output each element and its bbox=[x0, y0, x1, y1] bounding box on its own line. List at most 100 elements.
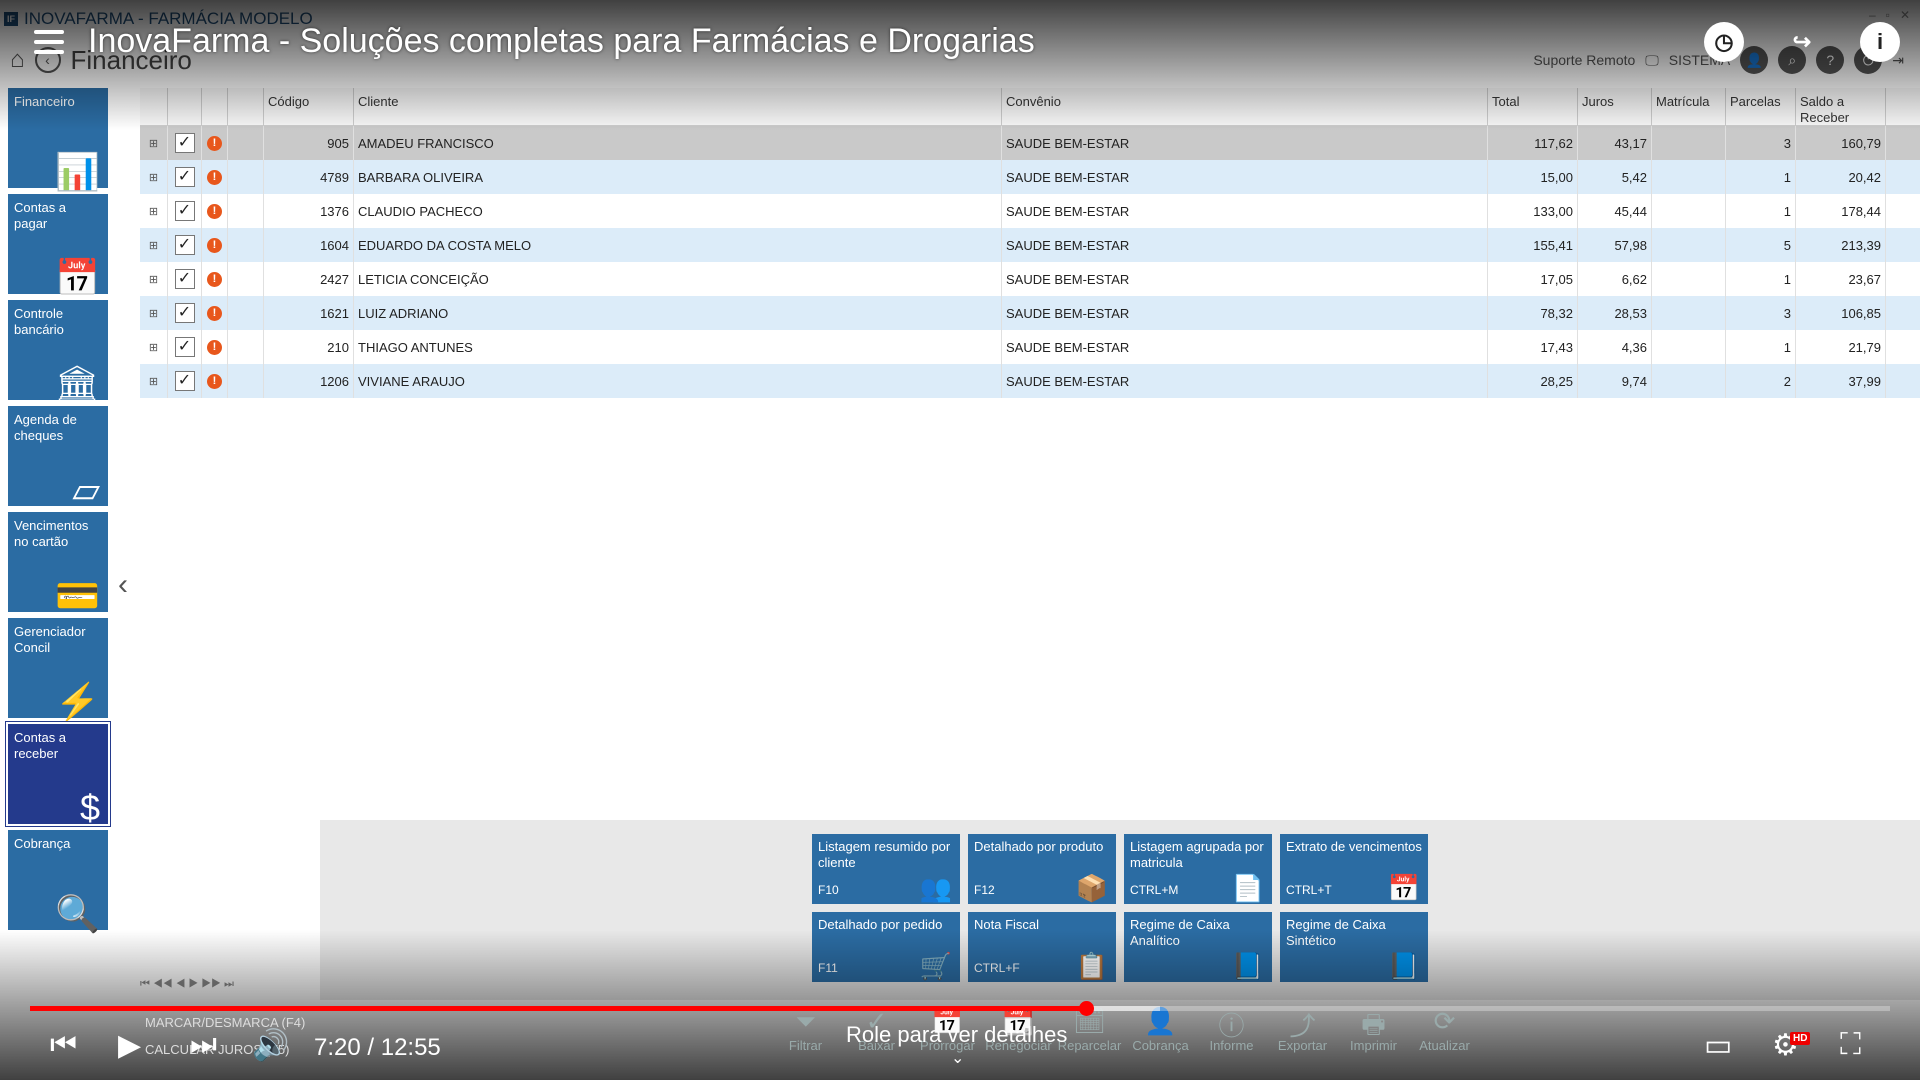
check-icon[interactable]: ✓ bbox=[174, 167, 195, 187]
header-juros[interactable]: Juros bbox=[1578, 88, 1652, 125]
subtitles-icon[interactable]: ▭ bbox=[1704, 1028, 1732, 1063]
row-checkbox[interactable]: ✓ bbox=[168, 364, 202, 398]
header-matricula[interactable]: Matrícula bbox=[1652, 88, 1726, 125]
table-row[interactable]: ⊞ ✓! 905 AMADEU FRANCISCO SAUDE BEM-ESTAR 117… bbox=[140, 126, 1920, 160]
header-codigo[interactable]: Código bbox=[264, 88, 354, 125]
cell-saldo: 160,79 bbox=[1796, 126, 1886, 160]
app-logo-icon: IF bbox=[4, 12, 18, 26]
progress-buffer bbox=[1085, 1006, 1161, 1011]
report-listagem-resumido-por-cliente[interactable]: Listagem resumido por cliente F10 👥 bbox=[812, 834, 960, 904]
table-row[interactable]: ⊞ ✓! 1604 EDUARDO DA COSTA MELO SAUDE BEM-ES… bbox=[140, 228, 1920, 262]
close-icon[interactable]: ✕ bbox=[1900, 8, 1910, 22]
sidebar-item-vencimentos-no-cartao[interactable]: Vencimentos no cartão 💳 bbox=[8, 512, 108, 614]
sidebar-item-agenda-de-cheques[interactable]: Agenda de cheques ▱ bbox=[8, 406, 108, 508]
volume-icon[interactable]: 🔊 bbox=[252, 1028, 289, 1063]
sidebar-item-label: Contas a receber bbox=[14, 730, 67, 761]
table-row[interactable]: ⊞ ✓! 1621 LUIZ ADRIANO SAUDE BEM-ESTAR 78,32 2… bbox=[140, 296, 1920, 330]
calendar-icon: 📅 bbox=[55, 257, 100, 298]
report-label: Extrato de vencimentos bbox=[1286, 839, 1422, 854]
next-icon[interactable]: ⏭ bbox=[190, 1028, 217, 1062]
expand-icon[interactable]: ⊞ bbox=[140, 296, 168, 330]
report-detalhado-por-produto[interactable]: Detalhado por produto F12 📦 bbox=[968, 834, 1116, 904]
sidebar-item-contas-a-pagar[interactable]: Contas a pagar 📅 bbox=[8, 194, 108, 298]
header-expand bbox=[140, 88, 168, 125]
header-total[interactable]: Total bbox=[1488, 88, 1578, 125]
sidebar: Financeiro 📊 Contas a pagar 📅 Controle b… bbox=[0, 82, 115, 1002]
table-row[interactable]: ⊞ ✓! 4789 BARBARA OLIVEIRA SAUDE BEM-ESTAR 15… bbox=[140, 160, 1920, 194]
sidebar-item-financeiro[interactable]: Financeiro 📊 bbox=[8, 88, 108, 190]
monitor-icon[interactable]: 🖵 bbox=[1645, 52, 1659, 69]
video-top-actions: ◷ ↪ i bbox=[1704, 22, 1900, 62]
row-checkbox[interactable]: ✓ bbox=[168, 126, 202, 160]
row-checkbox[interactable]: ✓ bbox=[168, 228, 202, 262]
expand-icon[interactable]: ⊞ bbox=[140, 126, 168, 160]
table-row[interactable]: ⊞ ✓! 2427 LETICIA CONCEIÇÃO SAUDE BEM-ESTAR 1… bbox=[140, 262, 1920, 296]
sidebar-item-gerenciador-concil[interactable]: Gerenciador Concil ⚡ bbox=[8, 618, 108, 720]
play-icon[interactable]: ▶ bbox=[118, 1028, 141, 1063]
row-checkbox[interactable]: ✓ bbox=[168, 330, 202, 364]
check-icon[interactable]: ✓ bbox=[174, 371, 195, 391]
calendar-icon: 📅 bbox=[1387, 873, 1420, 903]
row-checkbox[interactable]: ✓ bbox=[168, 160, 202, 194]
grid-header: Código Cliente Convênio Total Juros Matr… bbox=[140, 88, 1920, 126]
box-icon: 📦 bbox=[1075, 873, 1108, 903]
table-row[interactable]: ⊞ ✓! 1206 VIVIANE ARAUJO SAUDE BEM-ESTAR 28,2… bbox=[140, 364, 1920, 398]
sidebar-item-cobranca[interactable]: Cobrança 🔍 bbox=[8, 830, 108, 932]
video-title[interactable]: InovaFarma - Soluções completas para Far… bbox=[88, 22, 1035, 61]
exit-fullscreen-icon[interactable]: ⛶ bbox=[1840, 1028, 1861, 1062]
expand-icon[interactable]: ⊞ bbox=[140, 194, 168, 228]
expand-icon[interactable]: ⊞ bbox=[140, 364, 168, 398]
row-checkbox[interactable]: ✓ bbox=[168, 262, 202, 296]
cell-convenio: SAUDE BEM-ESTAR bbox=[1002, 296, 1488, 330]
row-checkbox[interactable]: ✓ bbox=[168, 194, 202, 228]
report-label: Detalhado por produto bbox=[974, 839, 1104, 854]
report-extrato-de-vencimentos[interactable]: Extrato de vencimentos CTRL+T 📅 bbox=[1280, 834, 1428, 904]
progress-scrubber[interactable] bbox=[1078, 1001, 1094, 1016]
exclamation-icon: ! bbox=[207, 305, 222, 321]
check-icon[interactable]: ✓ bbox=[174, 133, 195, 153]
expand-icon[interactable]: ⊞ bbox=[140, 160, 168, 194]
header-check[interactable] bbox=[168, 88, 202, 125]
watch-later-icon[interactable]: ◷ bbox=[1704, 22, 1744, 62]
chevron-down-icon[interactable]: ⌄ bbox=[951, 1048, 964, 1068]
check-icon[interactable]: ✓ bbox=[174, 201, 195, 221]
home-icon[interactable]: ⌂ bbox=[10, 46, 25, 74]
cell-saldo: 23,67 bbox=[1796, 262, 1886, 296]
expand-icon[interactable]: ⊞ bbox=[140, 228, 168, 262]
report-listagem-agrupada-por-matricula[interactable]: Listagem agrupada por matricula CTRL+M 📄 bbox=[1124, 834, 1272, 904]
sidebar-item-controle-bancario[interactable]: Controle bancário 🏛 bbox=[8, 300, 108, 402]
header-parcelas[interactable]: Parcelas bbox=[1726, 88, 1796, 125]
minimize-icon[interactable]: – bbox=[1869, 8, 1876, 22]
exclamation-icon: ! bbox=[207, 135, 222, 151]
cell-saldo: 213,39 bbox=[1796, 228, 1886, 262]
cell-matricula bbox=[1652, 330, 1726, 364]
previous-icon[interactable]: ⏮ bbox=[50, 1028, 77, 1062]
hd-badge: HD bbox=[1790, 1032, 1811, 1045]
table-row[interactable]: ⊞ ✓! 1376 CLAUDIO PACHECO SAUDE BEM-ESTAR 133… bbox=[140, 194, 1920, 228]
video-progress-bar[interactable] bbox=[30, 1001, 1890, 1016]
cell-codigo: 905 bbox=[264, 126, 354, 160]
sidebar-item-contas-a-receber[interactable]: Contas a receber $ bbox=[6, 722, 110, 826]
check-icon[interactable]: ✓ bbox=[174, 337, 195, 357]
cell-cliente: LUIZ ADRIANO bbox=[354, 296, 1002, 330]
check-icon[interactable]: ✓ bbox=[174, 235, 195, 255]
cell-cliente: CLAUDIO PACHECO bbox=[354, 194, 1002, 228]
share-icon[interactable]: ↪ bbox=[1782, 22, 1822, 62]
restore-icon[interactable]: ▫ bbox=[1886, 8, 1890, 22]
header-cliente[interactable]: Cliente bbox=[354, 88, 1002, 125]
sidebar-item-label: Controle bancário bbox=[14, 306, 64, 337]
header-convenio[interactable]: Convênio bbox=[1002, 88, 1488, 125]
check-icon[interactable]: ✓ bbox=[174, 303, 195, 323]
remote-support-label[interactable]: Suporte Remoto bbox=[1533, 52, 1635, 68]
collapse-sidebar-icon[interactable]: ‹ bbox=[118, 568, 128, 602]
header-saldo[interactable]: Saldo a Receber bbox=[1796, 88, 1886, 125]
expand-icon[interactable]: ⊞ bbox=[140, 262, 168, 296]
cell-convenio: SAUDE BEM-ESTAR bbox=[1002, 228, 1488, 262]
table-row[interactable]: ⊞ ✓! 210 THIAGO ANTUNES SAUDE BEM-ESTAR 17,43… bbox=[140, 330, 1920, 364]
expand-icon[interactable]: ⊞ bbox=[140, 330, 168, 364]
scroll-hint[interactable]: Role para ver detalhes bbox=[846, 1022, 1067, 1048]
row-checkbox[interactable]: ✓ bbox=[168, 296, 202, 330]
menu-icon[interactable] bbox=[34, 30, 64, 54]
info-icon[interactable]: i bbox=[1860, 22, 1900, 62]
check-icon[interactable]: ✓ bbox=[174, 269, 195, 289]
